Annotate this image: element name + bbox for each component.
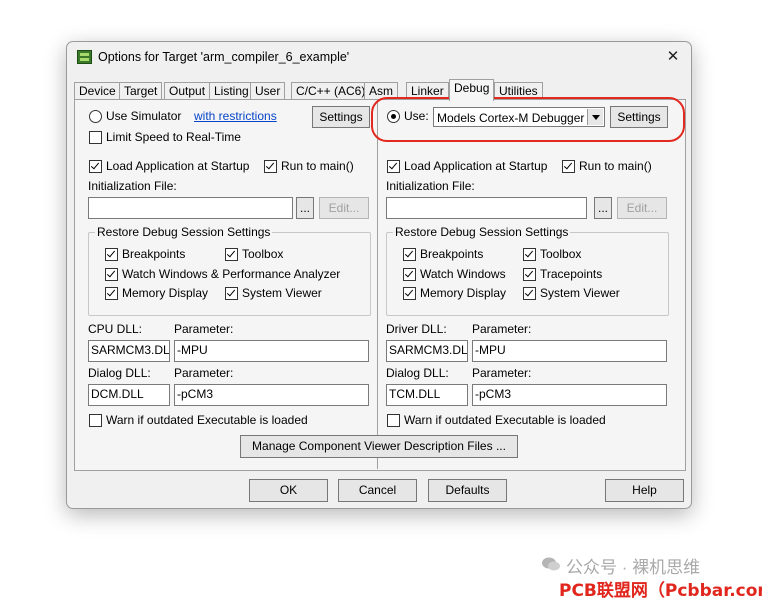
- right-breakpoints-label: Breakpoints: [420, 247, 484, 261]
- left-dialog-param-input[interactable]: -pCM3: [174, 384, 369, 406]
- wechat-icon: [542, 557, 560, 571]
- limit-speed-checkbox[interactable]: [89, 131, 102, 144]
- right-load-app-checkbox[interactable]: [387, 160, 400, 173]
- right-toolbox-label: Toolbox: [540, 247, 582, 261]
- left-toolbox-checkbox[interactable]: [225, 248, 238, 261]
- right-memory-checkbox[interactable]: [403, 287, 416, 300]
- right-breakpoints-checkbox[interactable]: [403, 248, 416, 261]
- cpu-dll-input[interactable]: SARMCM3.DLL: [88, 340, 170, 362]
- left-memory-label: Memory Display: [122, 286, 209, 300]
- right-dialog-dll-label: Dialog DLL:: [386, 366, 449, 380]
- limit-speed-label: Limit Speed to Real-Time: [106, 130, 241, 144]
- use-simulator-label: Use Simulator: [106, 109, 182, 123]
- left-init-file-label: Initialization File:: [88, 179, 177, 193]
- tab-output[interactable]: Output: [164, 82, 211, 100]
- left-browse-button[interactable]: ...: [296, 197, 314, 219]
- right-watch-label: Watch Windows: [420, 267, 506, 281]
- left-viewer-label: System Viewer: [242, 286, 322, 300]
- simulator-settings-button[interactable]: Settings: [312, 106, 370, 128]
- right-load-app-label: Load Application at Startup: [404, 159, 548, 173]
- left-dialog-dll-input[interactable]: DCM.DLL: [88, 384, 170, 406]
- manage-component-viewer-button[interactable]: Manage Component Viewer Description File…: [240, 435, 518, 458]
- cpu-param-label: Parameter:: [174, 322, 234, 336]
- left-init-file-input[interactable]: [88, 197, 293, 219]
- help-button[interactable]: Help: [605, 479, 684, 502]
- left-load-app-checkbox[interactable]: [89, 160, 102, 173]
- right-init-file-label: Initialization File:: [386, 179, 475, 193]
- right-watch-checkbox[interactable]: [403, 268, 416, 281]
- left-dialog-param-label: Parameter:: [174, 366, 234, 380]
- app-icon: [77, 50, 92, 64]
- right-viewer-checkbox[interactable]: [523, 287, 536, 300]
- defaults-button[interactable]: Defaults: [428, 479, 507, 502]
- right-run-to-main-checkbox[interactable]: [562, 160, 575, 173]
- left-viewer-checkbox[interactable]: [225, 287, 238, 300]
- close-icon[interactable]: ✕: [661, 45, 685, 69]
- window-title: Options for Target 'arm_compiler_6_examp…: [98, 50, 350, 64]
- right-warn-label: Warn if outdated Executable is loaded: [404, 413, 606, 427]
- cancel-button[interactable]: Cancel: [338, 479, 417, 502]
- cpu-param-input[interactable]: -MPU: [174, 340, 369, 362]
- driver-param-input[interactable]: -MPU: [472, 340, 667, 362]
- right-memory-label: Memory Display: [420, 286, 507, 300]
- right-dialog-param-input[interactable]: -pCM3: [472, 384, 667, 406]
- tab-cpp[interactable]: C/C++ (AC6): [291, 82, 371, 100]
- right-run-to-main-label: Run to main(): [579, 159, 652, 173]
- left-watch-checkbox[interactable]: [105, 268, 118, 281]
- tab-listing[interactable]: Listing: [209, 82, 254, 100]
- left-watch-label: Watch Windows & Performance Analyzer: [122, 267, 341, 281]
- panel-divider: [377, 99, 378, 469]
- left-restore-group-title: Restore Debug Session Settings: [95, 225, 273, 239]
- right-dialog-dll-input[interactable]: TCM.DLL: [386, 384, 468, 406]
- right-tracepoints-label: Tracepoints: [540, 267, 603, 281]
- tab-target[interactable]: Target: [119, 82, 163, 100]
- right-toolbox-checkbox[interactable]: [523, 248, 536, 261]
- tab-user[interactable]: User: [250, 82, 286, 100]
- left-warn-checkbox[interactable]: [89, 414, 102, 427]
- left-breakpoints-checkbox[interactable]: [105, 248, 118, 261]
- highlight-ellipse: [371, 97, 685, 142]
- right-init-file-input[interactable]: [386, 197, 587, 219]
- driver-param-label: Parameter:: [472, 322, 532, 336]
- left-run-to-main-label: Run to main(): [281, 159, 354, 173]
- left-dialog-dll-label: Dialog DLL:: [88, 366, 151, 380]
- right-edit-button: Edit...: [617, 197, 667, 219]
- right-tracepoints-checkbox[interactable]: [523, 268, 536, 281]
- tab-device[interactable]: Device: [74, 82, 121, 100]
- left-load-app-label: Load Application at Startup: [106, 159, 250, 173]
- cpu-dll-label: CPU DLL:: [88, 322, 143, 336]
- tab-debug[interactable]: Debug: [449, 79, 495, 101]
- right-browse-button[interactable]: ...: [594, 197, 612, 219]
- left-run-to-main-checkbox[interactable]: [264, 160, 277, 173]
- title-bar: Options for Target 'arm_compiler_6_examp…: [67, 42, 691, 72]
- watermark-account: 公众号 · 裸机思维: [566, 558, 701, 577]
- driver-dll-input[interactable]: SARMCM3.DLL: [386, 340, 468, 362]
- use-simulator-radio[interactable]: [89, 110, 102, 123]
- driver-dll-label: Driver DLL:: [386, 322, 447, 336]
- left-toolbox-label: Toolbox: [242, 247, 284, 261]
- with-restrictions-link[interactable]: with restrictions: [194, 109, 277, 123]
- right-warn-checkbox[interactable]: [387, 414, 400, 427]
- watermark-site: PCB联盟网（Pcbbar.com): [559, 581, 762, 601]
- ok-button[interactable]: OK: [249, 479, 328, 502]
- left-warn-label: Warn if outdated Executable is loaded: [106, 413, 308, 427]
- right-dialog-param-label: Parameter:: [472, 366, 532, 380]
- left-edit-button: Edit...: [319, 197, 369, 219]
- right-restore-group-title: Restore Debug Session Settings: [393, 225, 571, 239]
- left-breakpoints-label: Breakpoints: [122, 247, 186, 261]
- right-viewer-label: System Viewer: [540, 286, 620, 300]
- left-memory-checkbox[interactable]: [105, 287, 118, 300]
